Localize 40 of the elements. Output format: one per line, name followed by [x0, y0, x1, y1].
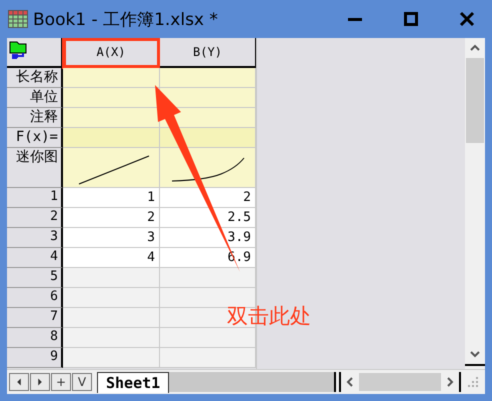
row-number[interactable]: 5 — [7, 268, 63, 288]
scrollbar-thumb[interactable] — [466, 58, 484, 143]
row-number[interactable]: 4 — [7, 248, 63, 268]
sheet-button[interactable]: + — [51, 373, 71, 391]
row-number[interactable]: 9 — [7, 348, 63, 368]
row-label: 注释 — [7, 108, 63, 128]
row-label: 迷你图 — [7, 148, 63, 188]
row-number[interactable]: 6 — [7, 288, 63, 308]
row-number[interactable]: 3 — [7, 228, 63, 248]
row-label: F(x)= — [7, 128, 63, 148]
next-sheet-icon[interactable] — [30, 373, 50, 391]
spreadsheet-icon — [8, 10, 28, 28]
resize-grip-icon[interactable] — [467, 376, 479, 388]
maximize-icon[interactable] — [403, 11, 419, 27]
column-header[interactable]: B(Y) — [160, 38, 256, 68]
row-number[interactable]: 2 — [7, 208, 63, 228]
table-cell: 3 — [63, 228, 160, 248]
row-number[interactable]: 7 — [7, 308, 63, 328]
row-label: 单位 — [7, 88, 63, 108]
previous-sheet-icon[interactable] — [9, 373, 29, 391]
sheet-button[interactable]: V — [72, 373, 92, 391]
row-number[interactable]: 8 — [7, 328, 63, 348]
scrollbar-thumb[interactable] — [359, 373, 441, 391]
table-cell: 3.9 — [160, 228, 256, 248]
column-header[interactable]: A(X) — [63, 38, 160, 68]
sheet-tab[interactable]: Sheet1 — [97, 372, 170, 392]
scroll-up-icon[interactable] — [469, 44, 481, 52]
table-cell: 1 — [63, 188, 160, 208]
table-cell: 4 — [63, 248, 160, 268]
table-cell: 2.5 — [160, 208, 256, 228]
window-title: Book1 - 工作簿1.xlsx * — [33, 8, 218, 30]
scroll-right-icon[interactable] — [445, 376, 455, 388]
table-cell: 2 — [63, 208, 160, 228]
annotation-text: 双击此处 — [227, 303, 311, 330]
scroll-down-icon[interactable] — [469, 350, 481, 358]
table-cell: 2 — [160, 188, 256, 208]
row-number[interactable]: 1 — [7, 188, 63, 208]
close-icon[interactable] — [459, 11, 475, 27]
scroll-left-icon[interactable] — [345, 376, 355, 388]
row-label: 长名称 — [7, 68, 63, 88]
